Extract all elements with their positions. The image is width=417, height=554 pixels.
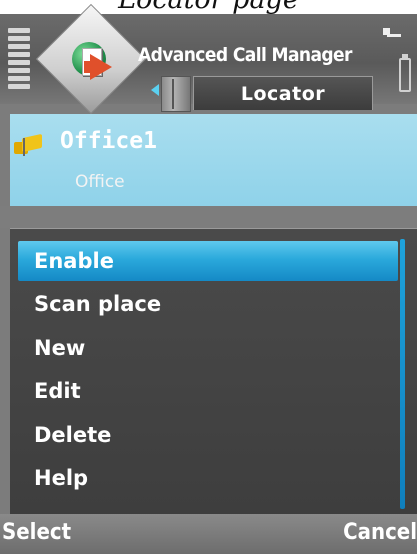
place-name: Office1 <box>60 128 157 154</box>
tab-left-arrow-icon[interactable] <box>151 84 159 96</box>
menu-item-edit[interactable]: Edit <box>18 371 398 411</box>
status-bar: Advanced Call Manager Locator <box>0 3 417 115</box>
place-entry[interactable]: Office1 Office <box>10 114 417 206</box>
app-title: Advanced Call Manager <box>138 44 352 66</box>
battery-icon <box>399 58 411 92</box>
menu-item-delete[interactable]: Delete <box>18 415 398 455</box>
app-logo-icon <box>34 2 147 115</box>
softkey-bar: Select Cancel <box>0 514 417 554</box>
menu-scrollbar[interactable] <box>400 239 405 509</box>
options-menu: Enable Scan place New Edit Delete Help <box>10 228 417 515</box>
background-strip <box>0 206 417 228</box>
menu-item-help[interactable]: Help <box>18 458 398 498</box>
place-type: Office <box>75 172 125 192</box>
select-softkey[interactable]: Select <box>2 520 71 545</box>
cancel-softkey[interactable]: Cancel <box>343 520 417 545</box>
tab-locator[interactable]: Locator <box>193 76 373 110</box>
menu-item-enable[interactable]: Enable <box>18 241 398 281</box>
menu-item-scan-place[interactable]: Scan place <box>18 284 398 324</box>
menu-item-new[interactable]: New <box>18 328 398 368</box>
tab-previous[interactable] <box>161 76 191 112</box>
location-flag-icon <box>14 133 44 156</box>
data-connection-icon <box>383 28 403 38</box>
signal-strength-icon <box>8 28 30 96</box>
